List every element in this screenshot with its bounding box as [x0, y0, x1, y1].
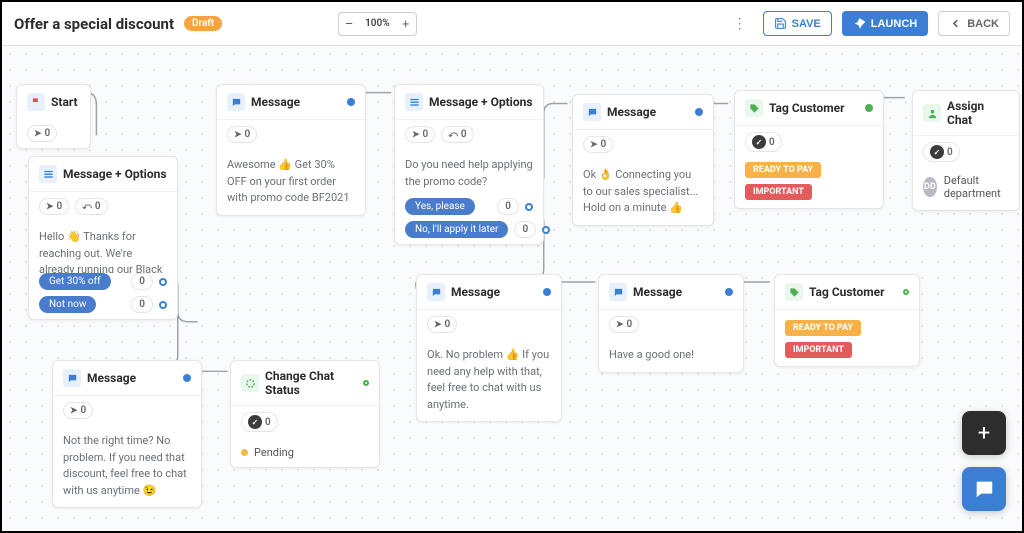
zoom-control: − 100% +: [338, 12, 417, 36]
tag-icon: [785, 283, 803, 301]
node-title: Message: [451, 285, 500, 299]
page-title: Offer a special discount: [14, 15, 174, 33]
sent-count: ➤0: [427, 316, 457, 333]
list-icon: [39, 165, 57, 183]
output-dot[interactable]: [903, 289, 909, 295]
option-1[interactable]: Yes, please 0: [395, 198, 543, 221]
count: ✓0: [241, 412, 278, 432]
zoom-in-button[interactable]: +: [396, 13, 416, 35]
node-message-4[interactable]: Message ➤0 Ok. No problem 👍 If you need …: [416, 274, 562, 422]
save-button[interactable]: SAVE: [763, 11, 832, 36]
sent-count: ➤0: [405, 126, 435, 143]
output-dot[interactable]: [725, 288, 733, 296]
chat-icon: [973, 478, 995, 500]
node-title: Message: [251, 95, 300, 109]
node-message-options-1[interactable]: Message + Options ➤0 ⤺0 Hello 👋 Thanks f…: [28, 156, 178, 320]
zoom-level: 100%: [359, 18, 396, 29]
node-body: Do you need help applying the promo code…: [395, 149, 543, 198]
tag-chip: IMPORTANT: [745, 184, 812, 200]
tag-icon: [745, 99, 763, 117]
node-title: Message: [87, 371, 136, 385]
dept-name: Default department: [944, 174, 1009, 200]
output-dot[interactable]: [347, 98, 355, 106]
launch-button[interactable]: LAUNCH: [842, 11, 928, 36]
node-title: Message + Options: [429, 95, 533, 109]
node-message-1[interactable]: Message ➤0 Awesome 👍 Get 30% OFF on your…: [216, 84, 366, 216]
node-body: Hello 👋 Thanks for reaching out. We're a…: [29, 221, 177, 273]
count: ✓0: [923, 142, 960, 162]
node-title: Message: [633, 285, 682, 299]
zoom-out-button[interactable]: −: [339, 13, 359, 35]
output-dot[interactable]: [363, 380, 369, 386]
output-dot[interactable]: [865, 104, 873, 112]
node-title: Message: [607, 105, 656, 119]
sent-count: ➤0: [27, 125, 57, 142]
node-start[interactable]: Start ➤0: [16, 84, 91, 149]
status-icon: [241, 374, 259, 392]
node-message-5[interactable]: Message ➤0 Have a good one!: [598, 274, 744, 373]
node-body: Awesome 👍 Get 30% OFF on your first orde…: [217, 149, 365, 215]
sent-count: ➤0: [63, 402, 93, 419]
node-assign-chat[interactable]: Assign Chat ✓0 DD Default department: [912, 90, 1020, 211]
rocket-icon: [853, 17, 866, 30]
node-message-options-2[interactable]: Message + Options ➤0 ⤺0 Do you need help…: [394, 84, 544, 245]
tag-chip: IMPORTANT: [785, 342, 852, 358]
sent-count: ➤0: [227, 126, 257, 143]
tag-chip: READY TO PAY: [745, 162, 821, 178]
reply-count: ⤺0: [75, 198, 107, 215]
sent-count: ➤0: [583, 136, 613, 153]
node-title: Message + Options: [63, 167, 167, 181]
toolbar: Offer a special discount Draft − 100% + …: [2, 2, 1022, 46]
output-dot[interactable]: [695, 108, 703, 116]
node-title: Start: [51, 95, 78, 109]
dept-avatar: DD: [923, 177, 937, 197]
user-icon: [923, 104, 941, 122]
message-icon: [609, 283, 627, 301]
node-change-status[interactable]: Change Chat Status ✓0 Pending: [230, 360, 380, 468]
chat-widget-button[interactable]: [962, 467, 1006, 511]
message-icon: [583, 103, 601, 121]
list-icon: [405, 93, 423, 111]
more-menu-icon[interactable]: ⋮: [727, 12, 753, 36]
output-dot[interactable]: [525, 203, 533, 211]
output-dot[interactable]: [543, 288, 551, 296]
node-message-3[interactable]: Message ➤0 Not the right time? No proble…: [52, 360, 202, 508]
node-tag-customer-2[interactable]: Tag Customer READY TO PAY IMPORTANT: [774, 274, 920, 367]
status-label: Pending: [254, 446, 294, 459]
message-icon: [227, 93, 245, 111]
back-button[interactable]: BACK: [938, 11, 1010, 36]
count: ✓0: [745, 132, 782, 152]
save-icon: [774, 17, 787, 30]
option-2[interactable]: No, I'll apply it later 0: [395, 221, 543, 244]
node-tag-customer-1[interactable]: Tag Customer ✓0 READY TO PAY IMPORTANT: [734, 90, 884, 209]
tag-chip: READY TO PAY: [785, 320, 861, 336]
node-body: Ok 👌 Connecting you to our sales special…: [573, 159, 713, 225]
sent-count: ➤0: [39, 198, 69, 215]
chevron-left-icon: [949, 17, 962, 30]
node-title: Tag Customer: [769, 101, 845, 115]
output-dot[interactable]: [159, 278, 167, 286]
option-1[interactable]: Get 30% off 0: [29, 273, 177, 296]
node-title: Change Chat Status: [265, 369, 357, 397]
output-dot[interactable]: [542, 226, 550, 234]
node-body: Ok. No problem 👍 If you need any help wi…: [417, 339, 561, 421]
status-badge: Draft: [184, 16, 222, 31]
reply-count: ⤺0: [441, 126, 473, 143]
output-dot[interactable]: [159, 301, 167, 309]
node-title: Tag Customer: [809, 285, 885, 299]
message-icon: [427, 283, 445, 301]
option-2[interactable]: Not now 0: [29, 296, 177, 319]
node-body: Not the right time? No problem. If you n…: [53, 425, 201, 507]
app-frame: Offer a special discount Draft − 100% + …: [0, 0, 1024, 533]
node-message-2[interactable]: Message ➤0 Ok 👌 Connecting you to our sa…: [572, 94, 714, 226]
flow-canvas[interactable]: Start ➤0 Message + Options ➤0 ⤺0 Hello 👋…: [2, 46, 1022, 531]
output-dot[interactable]: [183, 374, 191, 382]
add-node-button[interactable]: +: [962, 411, 1006, 455]
flag-icon: [27, 93, 45, 111]
message-icon: [63, 369, 81, 387]
sent-count: ➤0: [609, 316, 639, 333]
node-body: Have a good one!: [599, 339, 743, 372]
node-title: Assign Chat: [947, 99, 1009, 127]
pending-dot: [241, 449, 248, 456]
